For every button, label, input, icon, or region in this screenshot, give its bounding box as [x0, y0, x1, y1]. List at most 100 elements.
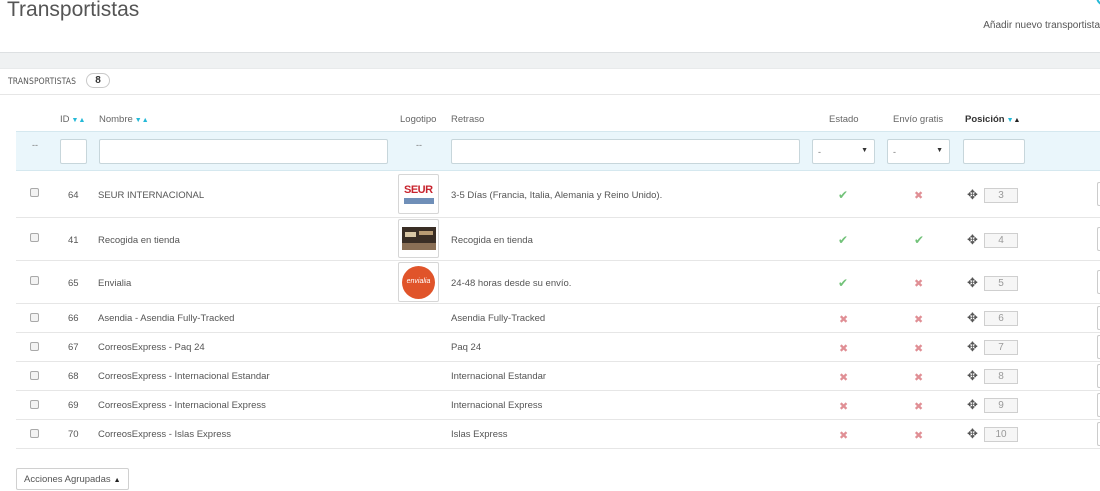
status-enabled-icon[interactable]: ✔ [838, 188, 848, 202]
table-row[interactable]: 67 CorreosExpress - Paq 24 Paq 24 ✖ ✖ ✥ … [16, 333, 1100, 362]
drag-handle-icon[interactable]: ✥ [967, 275, 978, 291]
carriers-panel: TRANSPORTISTAS 8 ID ▼▲ Nombre ▼▲ Logotipo … [0, 69, 1100, 489]
store-photo-counter [402, 243, 436, 250]
row-checkbox[interactable] [30, 188, 39, 197]
row-position: 7 [984, 340, 1018, 355]
status-disabled-icon[interactable]: ✖ [839, 429, 848, 442]
filter-position-input[interactable] [963, 139, 1025, 164]
free-shipping-disabled-icon[interactable]: ✖ [914, 313, 923, 326]
status-disabled-icon[interactable]: ✖ [839, 400, 848, 413]
free-shipping-disabled-icon[interactable]: ✖ [914, 400, 923, 413]
row-delay: Internacional Estandar [451, 371, 547, 382]
row-name: CorreosExpress - Internacional Estandar [98, 371, 270, 382]
filter-delay-input[interactable] [451, 139, 800, 164]
row-name: Asendia - Asendia Fully-Tracked [98, 313, 235, 324]
envialia-logo-text: envialia [406, 278, 431, 285]
store-logo [398, 219, 439, 258]
row-id: 64 [68, 190, 79, 201]
row-position: 6 [984, 311, 1018, 326]
row-position: 3 [984, 188, 1018, 203]
store-photo-window [405, 232, 416, 237]
carrier-count-badge: 8 [86, 73, 110, 88]
row-name: Recogida en tienda [98, 235, 180, 246]
table-row[interactable]: 41 Recogida en tienda Recogida en tienda… [16, 218, 1100, 261]
row-id: 69 [68, 400, 79, 411]
drag-handle-icon[interactable]: ✥ [967, 368, 978, 384]
free-shipping-disabled-icon[interactable]: ✖ [914, 189, 923, 202]
row-checkbox[interactable] [30, 429, 39, 438]
filter-id-input[interactable] [60, 139, 87, 164]
row-id: 68 [68, 371, 79, 382]
status-disabled-icon[interactable]: ✖ [839, 313, 848, 326]
toolbar-band [0, 52, 1100, 69]
free-shipping-enabled-icon[interactable]: ✔ [914, 233, 924, 247]
row-position: 5 [984, 276, 1018, 291]
row-name: SEUR INTERNACIONAL [98, 190, 205, 201]
table-row[interactable]: 64 SEUR INTERNACIONAL SEUR 3-5 Días (Fra… [16, 172, 1100, 218]
filter-free-shipping-select[interactable]: - ▼ [887, 139, 950, 164]
filter-status-select[interactable]: - ▼ [812, 139, 875, 164]
drag-handle-icon[interactable]: ✥ [967, 339, 978, 355]
column-header-status: Estado [829, 114, 859, 125]
table-row[interactable]: 70 CorreosExpress - Islas Express Islas … [16, 420, 1100, 449]
filter-name-input[interactable] [99, 139, 388, 164]
bulk-actions-button[interactable]: Acciones Agrupadas ▲ [16, 468, 129, 490]
add-new-carrier-button[interactable]: Añadir nuevo transportista [983, 0, 1100, 40]
page-title: Transportistas [7, 0, 140, 21]
row-delay: Asendia Fully-Tracked [451, 313, 546, 324]
status-disabled-icon[interactable]: ✖ [839, 342, 848, 355]
free-shipping-disabled-icon[interactable]: ✖ [914, 277, 923, 290]
row-checkbox[interactable] [30, 371, 39, 380]
chevron-down-icon: ▼ [861, 147, 868, 154]
filter-row: -- -- - ▼ - ▼ [16, 131, 1100, 171]
row-id: 67 [68, 342, 79, 353]
row-name: Envialia [98, 278, 132, 289]
drag-handle-icon[interactable]: ✥ [967, 397, 978, 413]
free-shipping-disabled-icon[interactable]: ✖ [914, 371, 923, 384]
row-position: 4 [984, 233, 1018, 248]
panel-title: TRANSPORTISTAS [8, 77, 77, 87]
row-checkbox[interactable] [30, 233, 39, 242]
drag-handle-icon[interactable]: ✥ [967, 426, 978, 442]
row-id: 65 [68, 278, 79, 289]
row-checkbox[interactable] [30, 276, 39, 285]
table-row[interactable]: 66 Asendia - Asendia Fully-Tracked Asend… [16, 304, 1100, 333]
panel-heading: TRANSPORTISTAS 8 [0, 69, 1100, 95]
row-id: 41 [68, 235, 79, 246]
seur-logo-text: SEUR [404, 184, 433, 196]
table-row[interactable]: 68 CorreosExpress - Internacional Estand… [16, 362, 1100, 391]
row-delay: 3-5 Días (Francia, Italia, Alemania y Re… [451, 190, 663, 201]
row-checkbox[interactable] [30, 342, 39, 351]
row-name: CorreosExpress - Paq 24 [98, 342, 205, 353]
column-header-name[interactable]: Nombre ▼▲ [99, 114, 149, 126]
column-header-free-shipping: Envío gratis [893, 114, 944, 125]
table-row[interactable]: 65 Envialia envialia 24-48 horas desde s… [16, 261, 1100, 304]
add-new-label[interactable]: Añadir nuevo transportista [983, 20, 1100, 31]
table-row[interactable]: 69 CorreosExpress - Internacional Expres… [16, 391, 1100, 420]
status-enabled-icon[interactable]: ✔ [838, 276, 848, 290]
free-shipping-disabled-icon[interactable]: ✖ [914, 429, 923, 442]
column-header-id[interactable]: ID ▼▲ [60, 114, 85, 126]
drag-handle-icon[interactable]: ✥ [967, 310, 978, 326]
drag-handle-icon[interactable]: ✥ [967, 187, 978, 203]
sort-name-icon[interactable]: ▼▲ [135, 117, 149, 124]
free-shipping-disabled-icon[interactable]: ✖ [914, 342, 923, 355]
column-header-delay: Retraso [451, 114, 485, 125]
sort-position-icon[interactable]: ▼▲ [1007, 117, 1021, 124]
row-id: 66 [68, 313, 79, 324]
add-circle-icon[interactable] [1096, 0, 1100, 6]
row-position: 9 [984, 398, 1018, 413]
store-photo-sign [419, 231, 433, 235]
logo-filter-placeholder: -- [416, 140, 422, 150]
row-checkbox[interactable] [30, 400, 39, 409]
column-header-logo: Logotipo [400, 114, 437, 125]
status-disabled-icon[interactable]: ✖ [839, 371, 848, 384]
column-header-position[interactable]: Posición ▼▲ [965, 114, 1020, 126]
row-delay: Internacional Express [451, 400, 543, 411]
sort-id-icon[interactable]: ▼▲ [72, 117, 86, 124]
status-enabled-icon[interactable]: ✔ [838, 233, 848, 247]
row-delay: Islas Express [451, 429, 508, 440]
row-checkbox[interactable] [30, 313, 39, 322]
envialia-logo: envialia [398, 262, 439, 302]
drag-handle-icon[interactable]: ✥ [967, 232, 978, 248]
